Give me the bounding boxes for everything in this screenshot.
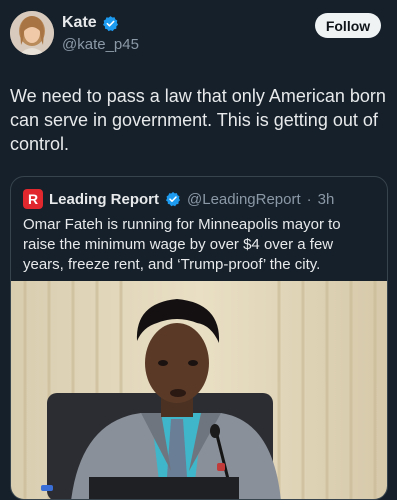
- quoted-timestamp: 3h: [317, 190, 335, 208]
- verified-badge-icon: [102, 15, 118, 31]
- avatar-photo-icon: [10, 11, 54, 55]
- quoted-tweet-header: R Leading Report @LeadingReport · 3h: [23, 189, 334, 209]
- author-name-row: Kate: [62, 14, 119, 32]
- tweet-text: We need to pass a law that only American…: [10, 86, 386, 154]
- quoted-tweet-card[interactable]: R Leading Report @LeadingReport · 3h Oma…: [10, 176, 388, 500]
- quoted-author-name: Leading Report: [49, 190, 160, 208]
- quoted-verified-badge-icon: [165, 192, 181, 207]
- quoted-author-handle: @LeadingReport: [187, 190, 301, 208]
- quoted-tweet-text: Omar Fateh is running for Minneapolis ma…: [23, 216, 341, 273]
- leading-report-logo-icon: R: [23, 189, 43, 209]
- author-display-name[interactable]: Kate: [62, 14, 97, 32]
- author-avatar[interactable]: [10, 11, 54, 55]
- author-handle[interactable]: @kate_p45: [62, 36, 139, 53]
- quoted-tweet-media[interactable]: [11, 281, 387, 499]
- video-still-man-at-microphone-icon: [11, 281, 387, 499]
- quoted-separator: ·: [306, 190, 312, 208]
- follow-button[interactable]: Follow: [315, 13, 381, 38]
